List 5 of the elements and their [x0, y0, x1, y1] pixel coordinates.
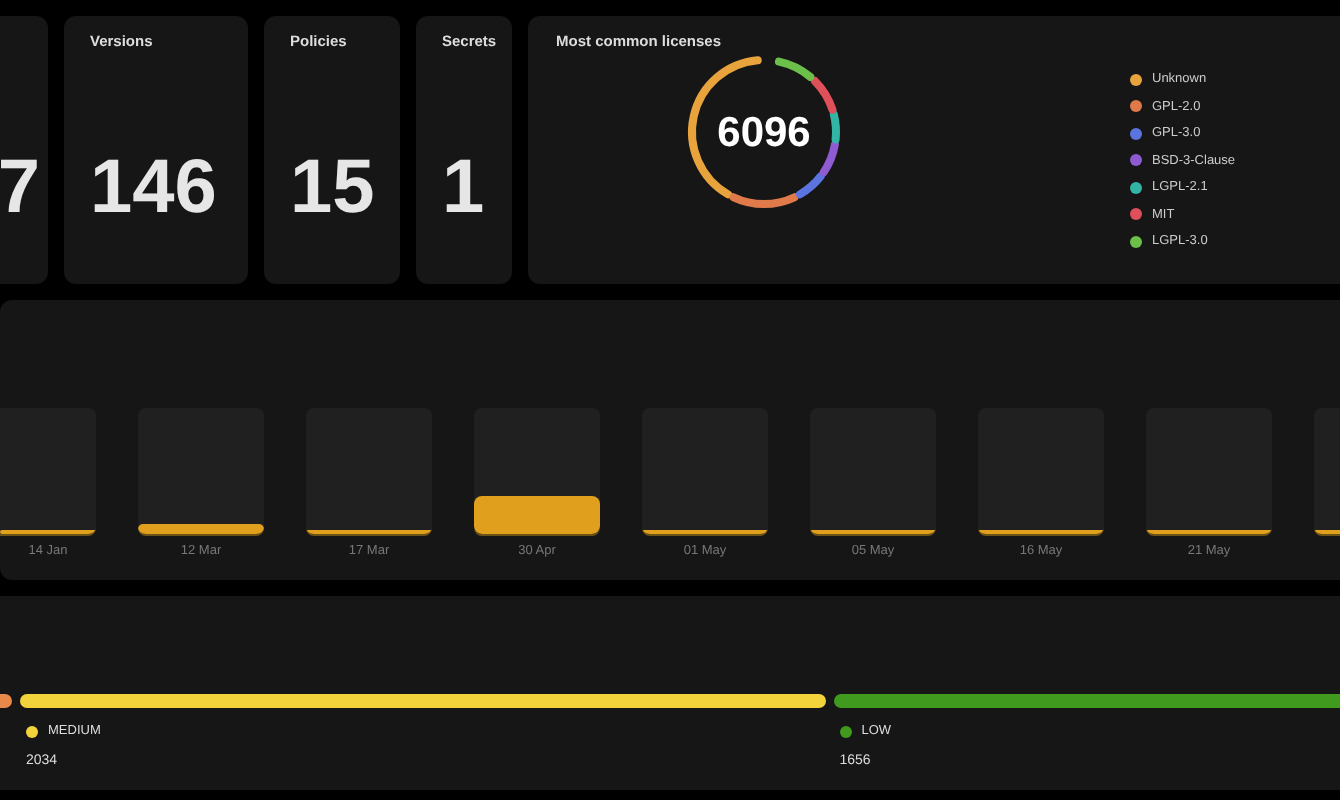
stat-value: 146 [90, 150, 219, 226]
stat-value: 15 [290, 150, 377, 226]
stat-value: 1 [442, 150, 487, 226]
stat-value: 7 [0, 150, 40, 226]
total-count: 6096 [717, 111, 811, 153]
